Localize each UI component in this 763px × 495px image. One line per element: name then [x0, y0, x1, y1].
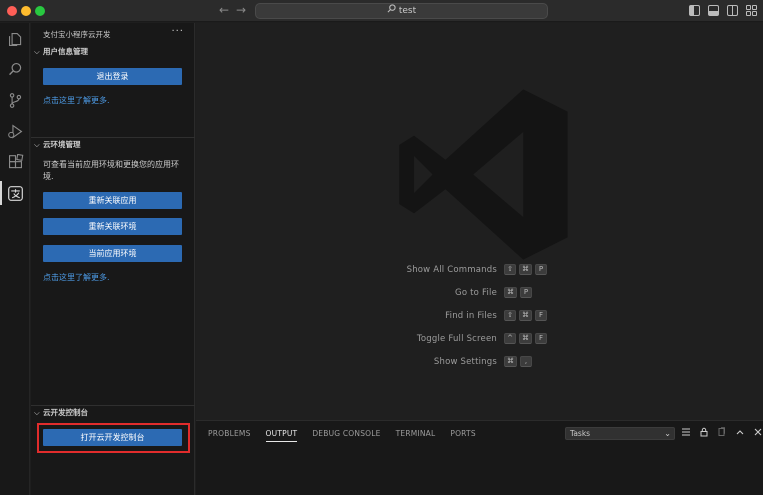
- toggle-secondary-sidebar-icon[interactable]: [727, 5, 738, 16]
- section-title: 用户信息管理: [43, 47, 88, 56]
- key-cap: ⌘: [504, 356, 517, 367]
- section-title: 云开发控制台: [43, 408, 88, 417]
- minimize-window-button[interactable]: [21, 6, 31, 16]
- reassociate-env-button[interactable]: 重新关联环境: [43, 218, 182, 235]
- shortcut-keys: ⌘ P: [504, 287, 532, 298]
- sidebar-title: 支付宝小程序云开发: [43, 30, 111, 39]
- shortcut-label: Find in Files: [445, 311, 497, 321]
- search-icon[interactable]: [5, 59, 25, 79]
- key-cap: F: [535, 333, 547, 344]
- section-header-user-info[interactable]: ⌵ 用户信息管理: [31, 45, 195, 59]
- output-channel-select[interactable]: Tasks ⌄: [565, 427, 675, 440]
- key-cap: ⌘: [504, 287, 517, 298]
- shortcut-row: Show All Commands ⇧ ⌘ P: [196, 264, 763, 277]
- run-debug-icon[interactable]: [5, 121, 25, 141]
- chevron-down-icon: ⌵: [34, 408, 40, 417]
- section-header-cloud-env[interactable]: ⌵ 云环境管理: [31, 138, 195, 152]
- chevron-down-icon: ⌄: [664, 429, 671, 438]
- bottom-panel: PROBLEMS OUTPUT DEBUG CONSOLE TERMINAL P…: [196, 420, 763, 495]
- shortcut-keys: ⌘ ,: [504, 356, 532, 367]
- activity-bar: [0, 23, 30, 495]
- extensions-icon[interactable]: [5, 152, 25, 172]
- command-center-text: test: [398, 6, 417, 16]
- explorer-icon[interactable]: [5, 29, 25, 49]
- section-header-console[interactable]: ⌵ 云开发控制台: [31, 406, 195, 420]
- shortcut-row: Show Settings ⌘ ,: [196, 356, 763, 369]
- forward-arrow-icon[interactable]: →: [236, 3, 246, 17]
- clear-output-icon[interactable]: [716, 427, 727, 439]
- vscode-watermark-logo: [399, 89, 568, 260]
- key-cap: ⇧: [504, 264, 516, 275]
- shortcut-keys: ⇧ ⌘ F: [504, 310, 547, 321]
- key-cap: ^: [504, 333, 516, 344]
- key-cap: P: [535, 264, 547, 275]
- lock-icon[interactable]: [698, 427, 709, 439]
- select-value: Tasks: [570, 429, 591, 438]
- close-window-button[interactable]: [7, 6, 17, 16]
- key-cap: ⌘: [519, 264, 532, 275]
- logout-button[interactable]: 退出登录: [43, 68, 182, 85]
- more-actions-icon[interactable]: ···: [171, 26, 184, 37]
- shortcut-row: Go to File ⌘ P: [196, 287, 763, 300]
- layout-controls: [689, 5, 757, 16]
- shortcut-label: Show All Commands: [406, 265, 497, 275]
- toggle-primary-sidebar-icon[interactable]: [689, 5, 700, 16]
- sidebar: 支付宝小程序云开发 ··· ⌵ 用户信息管理 退出登录 点击这里了解更多. ⌵ 云环…: [31, 23, 195, 495]
- shortcut-keys: ⇧ ⌘ P: [504, 264, 547, 275]
- close-panel-icon[interactable]: [752, 427, 763, 439]
- toggle-panel-icon[interactable]: [708, 5, 719, 16]
- shortcut-label: Toggle Full Screen: [416, 334, 497, 344]
- tab-problems[interactable]: PROBLEMS: [208, 429, 251, 442]
- learn-more-link[interactable]: 点击这里了解更多.: [43, 272, 110, 283]
- source-control-icon[interactable]: [5, 90, 25, 110]
- env-description: 可查看当前应用环境和更换您的应用环境.: [43, 160, 179, 181]
- tab-output[interactable]: OUTPUT: [265, 429, 298, 442]
- key-cap: ⌘: [519, 333, 532, 344]
- filter-list-icon[interactable]: [680, 427, 691, 439]
- tab-debug-console[interactable]: DEBUG CONSOLE: [312, 429, 380, 442]
- search-icon: [387, 4, 396, 18]
- chevron-down-icon: ⌵: [34, 47, 40, 56]
- chevron-down-icon: ⌵: [34, 140, 40, 149]
- maximize-window-button[interactable]: [35, 6, 45, 16]
- learn-more-link[interactable]: 点击这里了解更多.: [43, 95, 110, 106]
- alipay-cloud-icon[interactable]: [0, 181, 25, 205]
- shortcut-row: Toggle Full Screen ^ ⌘ F: [196, 333, 763, 346]
- key-cap: ⌘: [519, 310, 532, 321]
- title-bar: ← → test: [0, 0, 763, 22]
- key-cap: ,: [520, 356, 532, 367]
- shortcut-label: Go to File: [455, 288, 497, 298]
- shortcut-keys: ^ ⌘ F: [504, 333, 547, 344]
- tab-terminal[interactable]: TERMINAL: [396, 429, 436, 442]
- shortcut-label: Show Settings: [433, 357, 497, 367]
- panel-toolbar: [680, 427, 763, 439]
- key-cap: F: [535, 310, 547, 321]
- shortcut-row: Find in Files ⇧ ⌘ F: [196, 310, 763, 323]
- section-title: 云环境管理: [43, 140, 81, 149]
- command-center-search[interactable]: test: [255, 3, 548, 19]
- reassociate-app-button[interactable]: 重新关联应用: [43, 192, 182, 209]
- key-cap: ⇧: [504, 310, 516, 321]
- highlight-annotation-box: [37, 423, 190, 453]
- panel-tabs: PROBLEMS OUTPUT DEBUG CONSOLE TERMINAL P…: [208, 429, 476, 442]
- tab-ports[interactable]: PORTS: [450, 429, 475, 442]
- customize-layout-icon[interactable]: [746, 5, 757, 16]
- editor-area: Show All Commands ⇧ ⌘ P Go to File ⌘ P F…: [196, 23, 763, 420]
- key-cap: P: [520, 287, 532, 298]
- current-env-button[interactable]: 当前应用环境: [43, 245, 182, 262]
- back-arrow-icon[interactable]: ←: [219, 3, 229, 17]
- maximize-panel-icon[interactable]: [734, 427, 745, 439]
